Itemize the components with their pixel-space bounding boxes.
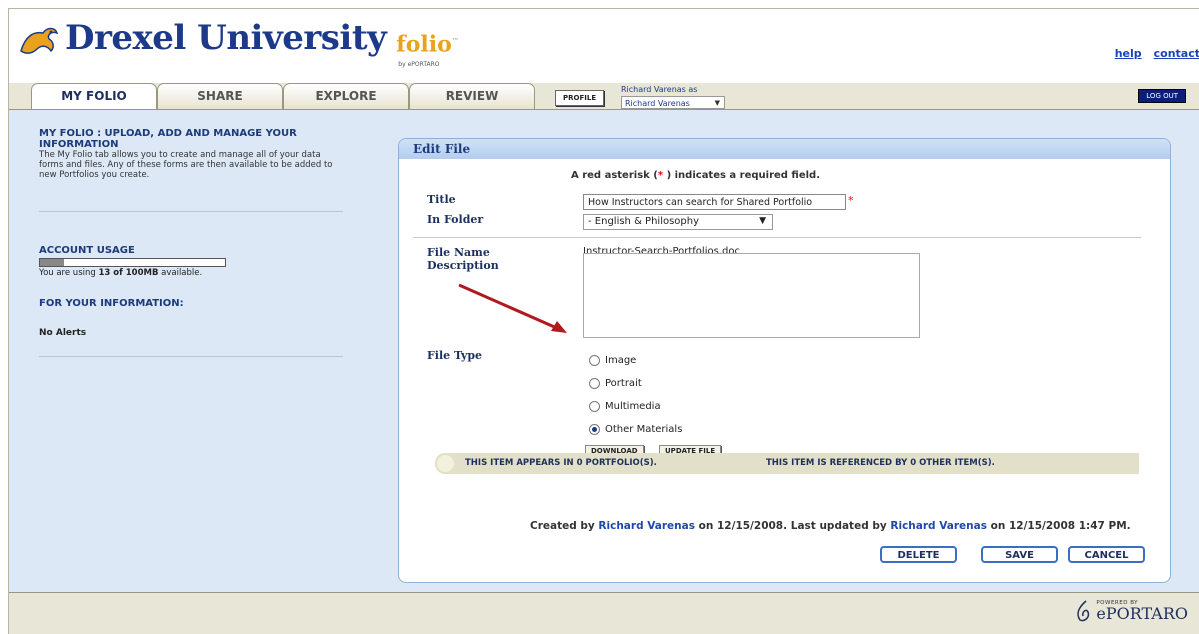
usage-prefix: You are using	[39, 268, 99, 278]
sidebar-divider	[39, 211, 343, 212]
chevron-down-icon: ▼	[759, 216, 766, 226]
sidebar: MY FOLIO : UPLOAD, ADD AND MANAGE YOUR I…	[39, 128, 349, 180]
form-divider	[413, 237, 1141, 238]
usage-amount: 13 of 100MB	[98, 268, 159, 278]
title-input[interactable]: How Instructors can search for Shared Po…	[583, 194, 846, 210]
acting-as-value: Richard Varenas	[625, 99, 690, 108]
acting-as-label: Richard Varenas as	[621, 85, 698, 94]
usage-suffix: available.	[158, 268, 203, 278]
folio-trademark: ™	[451, 36, 459, 45]
alerts-text: No Alerts	[39, 328, 87, 338]
filetype-multimedia-label: Multimedia	[605, 401, 661, 412]
panel-title: Edit File	[399, 139, 1170, 159]
sidebar-divider-2	[39, 356, 343, 357]
required-note-suffix: ) indicates a required field.	[663, 170, 821, 181]
eportaro-logo-icon	[1077, 600, 1090, 622]
top-links: help contact	[1103, 47, 1199, 60]
title-label: Title	[427, 193, 456, 206]
university-name: Drexel University	[65, 18, 387, 58]
usage-progress-fill	[40, 259, 65, 266]
required-note-prefix: A red asterisk (	[571, 170, 658, 181]
sidebar-description: The My Folio tab allows you to create an…	[39, 150, 333, 180]
filetype-label: File Type	[427, 349, 483, 362]
radio-portrait[interactable]	[589, 378, 600, 389]
folio-by-line: by ePORTARO	[398, 60, 440, 68]
filename-label: File Name	[427, 246, 490, 259]
description-textarea[interactable]	[583, 253, 920, 338]
required-note: A red asterisk (* ) indicates a required…	[571, 170, 820, 181]
site-header: Drexel University folio™ by ePORTARO help…	[9, 9, 1199, 85]
filetype-multimedia[interactable]: Multimedia	[589, 401, 661, 412]
filetype-portrait-label: Portrait	[605, 378, 642, 389]
help-link[interactable]: help	[1115, 47, 1142, 60]
powered-by-text: POWERED BY ePORTARO	[1096, 600, 1188, 622]
folder-select[interactable]: - English & Philosophy ▼	[583, 214, 773, 230]
tab-explore[interactable]: EXPLORE	[283, 83, 409, 109]
created-by-link[interactable]: Richard Varenas	[598, 520, 695, 532]
usage-info-bar: THIS ITEM APPEARS IN 0 PORTFOLIO(S). THI…	[435, 453, 1139, 474]
portfolio-count-note: THIS ITEM APPEARS IN 0 PORTFOLIO(S).	[465, 458, 657, 468]
radio-other-materials[interactable]	[589, 424, 600, 435]
tab-my-folio[interactable]: MY FOLIO	[31, 83, 157, 110]
delete-button[interactable]: DELETE	[880, 546, 957, 563]
folder-label: In Folder	[427, 213, 484, 226]
filetype-image-label: Image	[605, 355, 637, 366]
profile-button[interactable]: PROFILE	[555, 90, 605, 106]
filetype-image[interactable]: Image	[589, 355, 636, 366]
save-button[interactable]: SAVE	[981, 546, 1058, 563]
eportaro-brand: ePORTARO	[1096, 604, 1188, 623]
tab-share[interactable]: SHARE	[157, 83, 283, 109]
updated-by-link[interactable]: Richard Varenas	[890, 520, 987, 532]
filetype-other-label: Other Materials	[605, 424, 683, 435]
created-info: Created by Richard Varenas on 12/15/2008…	[530, 520, 1131, 532]
acting-as-select[interactable]: Richard Varenas ▼	[621, 96, 725, 109]
title-required-asterisk: *	[848, 194, 854, 207]
info-bullet-icon	[437, 455, 454, 472]
dragon-icon	[20, 27, 59, 54]
main-content: MY FOLIO : UPLOAD, ADD AND MANAGE YOUR I…	[9, 109, 1199, 593]
browser-frame: Drexel University folio™ by ePORTARO help…	[8, 8, 1199, 634]
contact-link[interactable]: contact	[1154, 47, 1199, 60]
sidebar-title: MY FOLIO : UPLOAD, ADD AND MANAGE YOUR I…	[39, 128, 297, 150]
updated-suffix: on 12/15/2008 1:47 PM.	[986, 520, 1131, 532]
folder-value: - English & Philosophy	[588, 216, 700, 227]
usage-progress-bar	[39, 258, 226, 267]
created-mid: on 12/15/2008. Last updated by	[695, 520, 891, 532]
info-title: FOR YOUR INFORMATION:	[39, 298, 184, 309]
reference-count-note: THIS ITEM IS REFERENCED BY 0 OTHER ITEM(…	[766, 458, 995, 468]
filetype-portrait[interactable]: Portrait	[589, 378, 642, 389]
cancel-button[interactable]: CANCEL	[1068, 546, 1145, 563]
tab-review[interactable]: REVIEW	[409, 83, 535, 109]
description-label: Description	[427, 259, 499, 272]
account-usage-heading: ACCOUNT USAGE	[39, 245, 135, 256]
folio-logo: folio™ by ePORTARO	[396, 28, 459, 68]
radio-image[interactable]	[589, 355, 600, 366]
tab-bar: MY FOLIO SHARE EXPLORE REVIEW PROFILE Ri…	[9, 83, 1199, 110]
annotation-arrow-icon	[458, 283, 567, 333]
logout-button[interactable]: LOG OUT	[1138, 89, 1186, 103]
edit-file-panel: Edit File A red asterisk (* ) indicates …	[398, 138, 1171, 583]
radio-multimedia[interactable]	[589, 401, 600, 412]
usage-text: You are using 13 of 100MB available.	[39, 268, 202, 278]
account-usage-title: ACCOUNT USAGE	[39, 245, 135, 256]
filetype-other[interactable]: Other Materials	[589, 424, 682, 435]
created-prefix: Created by	[530, 520, 599, 532]
drexel-logo[interactable]: Drexel University folio™ by ePORTARO	[17, 18, 459, 68]
powered-by-eportaro: POWERED BY ePORTARO	[1074, 600, 1188, 622]
